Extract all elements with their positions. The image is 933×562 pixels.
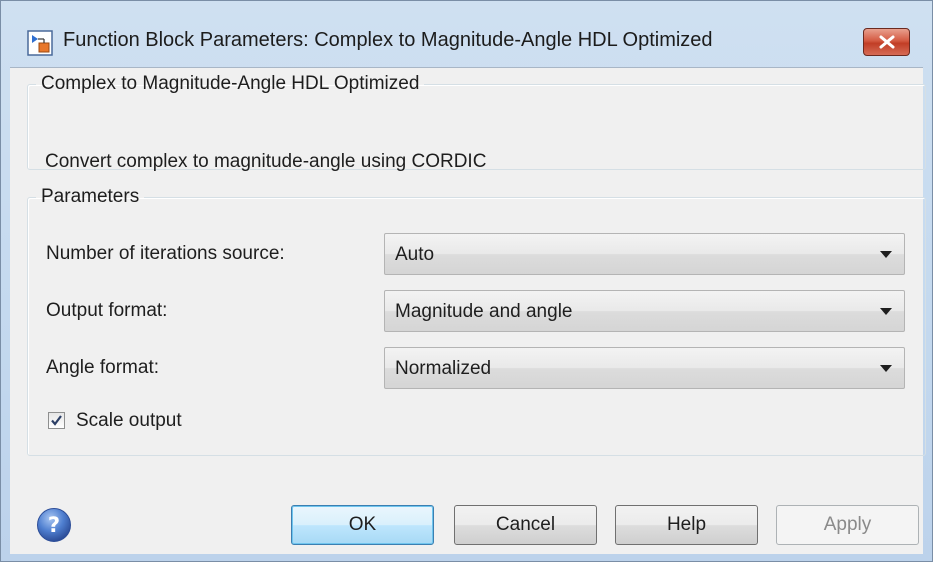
- dialog-window: Function Block Parameters: Complex to Ma…: [0, 0, 933, 562]
- iterations-source-label: Number of iterations source:: [46, 243, 285, 264]
- scale-output-label[interactable]: Scale output: [76, 410, 182, 432]
- window-title: Function Block Parameters: Complex to Ma…: [63, 29, 713, 51]
- help-button[interactable]: Help: [615, 505, 758, 545]
- apply-button[interactable]: Apply: [776, 505, 919, 545]
- cancel-button[interactable]: Cancel: [454, 505, 597, 545]
- chevron-down-icon: [880, 251, 892, 258]
- svg-text:?: ?: [48, 513, 60, 537]
- iterations-source-select[interactable]: Auto: [384, 233, 905, 275]
- output-format-select[interactable]: Magnitude and angle: [384, 290, 905, 332]
- output-format-value: Magnitude and angle: [395, 301, 573, 322]
- chevron-down-icon: [880, 308, 892, 315]
- chevron-down-icon: [880, 365, 892, 372]
- angle-format-label: Angle format:: [46, 357, 159, 378]
- close-button[interactable]: [863, 28, 910, 56]
- block-description: Convert complex to magnitude-angle using…: [45, 151, 487, 172]
- scale-output-checkbox[interactable]: [48, 412, 65, 429]
- dialog-content: Complex to Magnitude-Angle HDL Optimized…: [10, 67, 926, 554]
- parameters-legend: Parameters: [41, 186, 140, 207]
- description-legend: Complex to Magnitude-Angle HDL Optimized: [41, 73, 420, 94]
- help-question-icon[interactable]: ?: [36, 507, 72, 543]
- output-format-label: Output format:: [46, 300, 168, 321]
- angle-format-value: Normalized: [395, 358, 492, 379]
- simulink-block-icon: [27, 30, 53, 56]
- title-bar[interactable]: Function Block Parameters: Complex to Ma…: [1, 1, 932, 67]
- angle-format-select[interactable]: Normalized: [384, 347, 905, 389]
- checkmark-icon: [51, 415, 62, 426]
- iterations-source-value: Auto: [395, 244, 435, 265]
- ok-button[interactable]: OK: [291, 505, 434, 545]
- close-icon: [879, 35, 894, 49]
